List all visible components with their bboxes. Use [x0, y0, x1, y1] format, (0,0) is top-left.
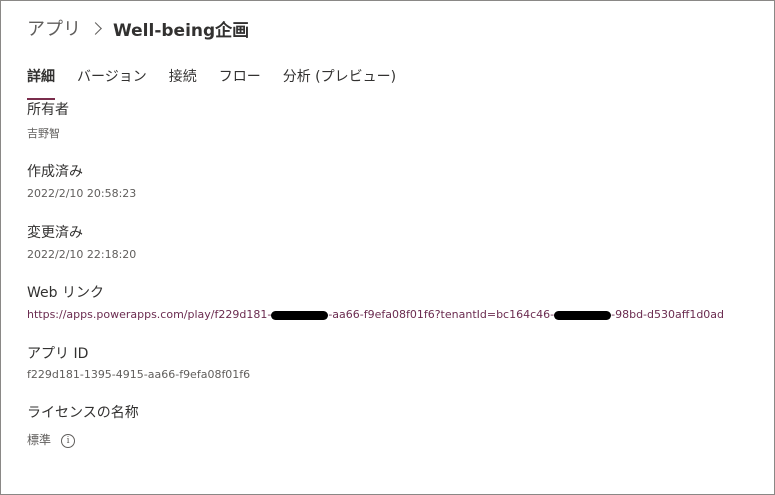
web-link-label: Web リンク: [27, 285, 104, 301]
chevron-right-icon: [89, 21, 102, 35]
modified-value: 2022/2/10 22:18:20: [27, 248, 137, 261]
license-row: 標準 i: [27, 431, 76, 448]
tab-connections[interactable]: 接続: [169, 65, 197, 95]
redaction-mark: [271, 310, 329, 320]
tab-bar: 詳細 バージョン 接続 フロー 分析 (プレビュー): [27, 65, 418, 100]
web-link-url-part1[interactable]: https://apps.powerapps.com/play/f229d181…: [27, 308, 271, 321]
owner-value: 吉野智: [27, 127, 60, 140]
created-value: 2022/2/10 20:58:23: [27, 187, 137, 200]
breadcrumb-apps-link[interactable]: アプリ: [27, 15, 81, 41]
app-id-value: f229d181-1395-4915-aa66-f9efa08f01f6: [27, 368, 251, 381]
license-label: ライセンスの名称: [27, 405, 139, 421]
info-icon[interactable]: i: [61, 433, 76, 448]
tab-details[interactable]: 詳細: [27, 65, 55, 100]
breadcrumb: アプリ Well-being企画: [27, 14, 249, 42]
license-value: 標準: [27, 433, 52, 447]
tab-analytics-preview[interactable]: 分析 (プレビュー): [283, 65, 396, 95]
tab-versions[interactable]: バージョン: [77, 65, 147, 95]
web-link-value[interactable]: https://apps.powerapps.com/play/f229d181…: [27, 308, 724, 321]
created-label: 作成済み: [27, 164, 83, 180]
tab-flows[interactable]: フロー: [219, 65, 261, 95]
owner-label: 所有者: [27, 102, 69, 118]
modified-label: 変更済み: [27, 225, 83, 241]
redaction-mark: [554, 310, 612, 320]
web-link-url-part3[interactable]: -98bd-d530aff1d0ad: [611, 308, 724, 321]
details-panel: アプリ Well-being企画 詳細 バージョン 接続 フロー 分析 (プレビ…: [0, 0, 775, 495]
app-id-label: アプリ ID: [27, 346, 89, 362]
page-title: Well-being企画: [113, 20, 250, 41]
web-link-url-part2[interactable]: -aa66-f9efa08f01f6?tenantId=bc164c46-: [328, 308, 554, 321]
